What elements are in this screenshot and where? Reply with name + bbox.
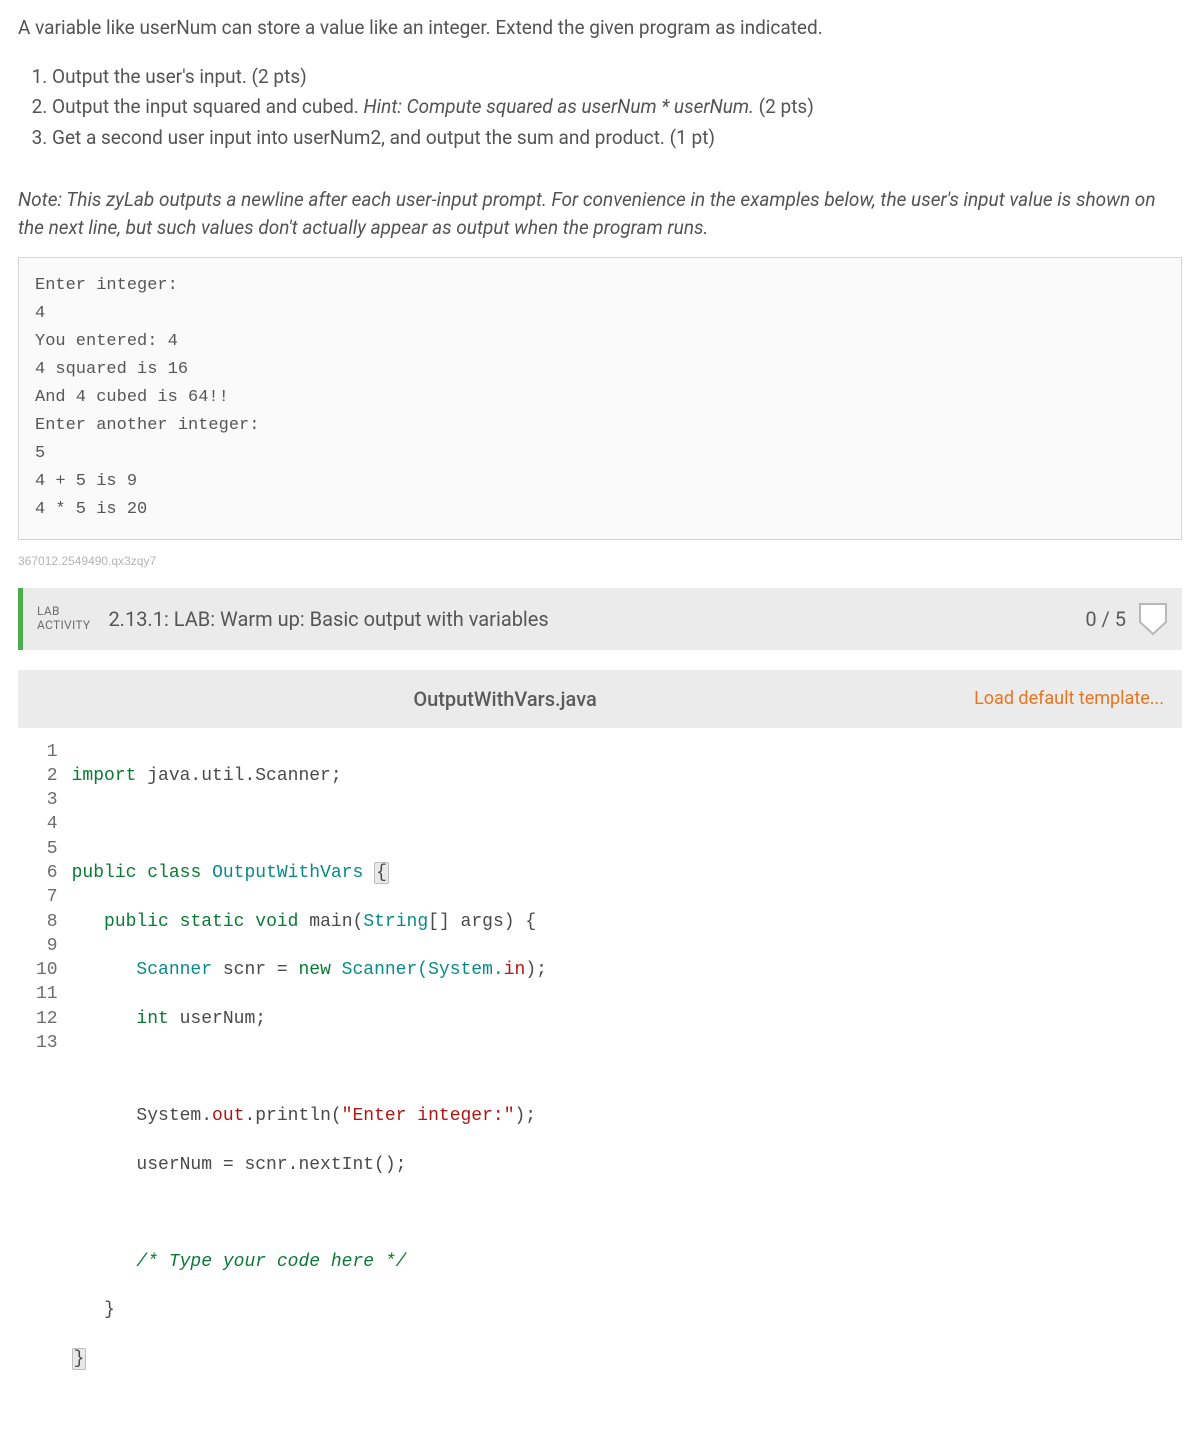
step-1: Output the user's input. (2 pts) (52, 63, 1182, 92)
activity-header: LAB ACTIVITY 2.13.1: LAB: Warm up: Basic… (18, 588, 1182, 650)
file-bar: OutputWithVars.java Load default templat… (18, 670, 1182, 728)
code-gutter: 1 2 3 4 5 6 7 8 9 10 11 12 13 (18, 740, 68, 1420)
steps-list: Output the user's input. (2 pts) Output … (52, 63, 1182, 153)
code-editor[interactable]: 1 2 3 4 5 6 7 8 9 10 11 12 13 import jav… (18, 734, 1182, 1420)
filename-label: OutputWithVars.java (413, 684, 596, 714)
code-content[interactable]: import java.util.Scanner; public class O… (68, 740, 547, 1420)
step-2: Output the input squared and cubed. Hint… (52, 93, 1182, 122)
load-template-link[interactable]: Load default template... (974, 685, 1164, 712)
tracking-id: 367012.2549490.qx3zqy7 (18, 552, 1182, 570)
example-output-box: Enter integer: 4 You entered: 4 4 square… (18, 257, 1182, 539)
activity-type-label: LAB ACTIVITY (37, 605, 90, 631)
note-text: Note: This zyLab outputs a newline after… (18, 186, 1182, 241)
activity-title: 2.13.1: LAB: Warm up: Basic output with … (108, 604, 1085, 634)
activity-score: 0 / 5 (1085, 604, 1126, 634)
step-3: Get a second user input into userNum2, a… (52, 124, 1182, 153)
intro-text: A variable like userNum can store a valu… (18, 14, 1182, 43)
shield-icon (1138, 602, 1168, 636)
